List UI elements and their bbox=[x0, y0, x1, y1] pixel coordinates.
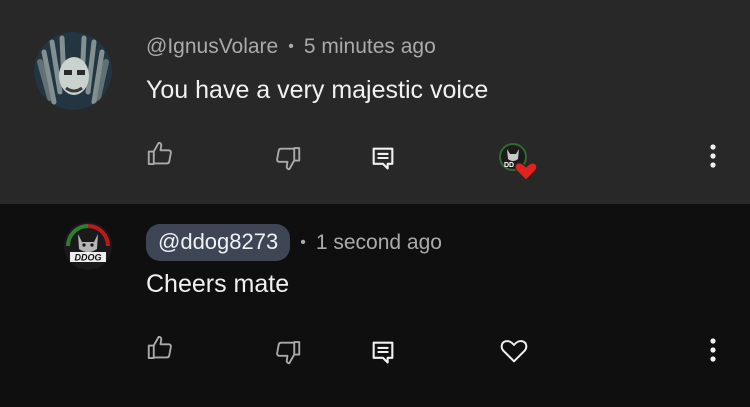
creator-heart-badge[interactable]: DD bbox=[496, 140, 540, 184]
dislike-button[interactable] bbox=[271, 141, 305, 175]
timestamp[interactable]: 1 second ago bbox=[316, 231, 442, 255]
reply-icon bbox=[372, 341, 394, 364]
creator-heart-badge-icon: DD bbox=[499, 143, 538, 181]
avatar-text: DDOG bbox=[75, 253, 102, 263]
meta-separator: • bbox=[300, 233, 306, 251]
avatar[interactable]: DDOG bbox=[64, 222, 112, 270]
more-options-button[interactable] bbox=[696, 139, 730, 173]
avatar[interactable] bbox=[34, 32, 112, 110]
author-handle[interactable]: @IgnusVolare bbox=[146, 35, 278, 59]
reply-button[interactable] bbox=[366, 335, 400, 369]
like-icon bbox=[147, 335, 172, 359]
more-vert-icon bbox=[710, 338, 716, 362]
like-icon bbox=[147, 141, 172, 165]
more-vert-icon bbox=[710, 144, 716, 168]
like-button[interactable] bbox=[143, 331, 177, 365]
badge-text: DD bbox=[504, 162, 514, 169]
comment-meta: @IgnusVolare • 5 minutes ago bbox=[146, 35, 436, 59]
comment-meta: @ddog8273 • 1 second ago bbox=[146, 224, 442, 261]
reply-button[interactable] bbox=[366, 141, 400, 175]
comment-text: You have a very majestic voice bbox=[146, 76, 489, 104]
dislike-icon bbox=[276, 147, 301, 171]
heart-button[interactable] bbox=[497, 333, 531, 367]
more-options-button[interactable] bbox=[696, 333, 730, 367]
meta-separator: • bbox=[288, 38, 294, 55]
comment-text: Cheers mate bbox=[146, 270, 290, 298]
like-button[interactable] bbox=[143, 137, 177, 171]
author-handle-pill[interactable]: @ddog8273 bbox=[146, 224, 291, 261]
heart-icon bbox=[500, 340, 528, 363]
reply-icon bbox=[372, 147, 394, 170]
comment-item: @IgnusVolare • 5 minutes ago You have a … bbox=[0, 0, 750, 204]
timestamp[interactable]: 5 minutes ago bbox=[304, 35, 436, 59]
dislike-button[interactable] bbox=[271, 335, 305, 369]
dislike-icon bbox=[276, 341, 301, 365]
